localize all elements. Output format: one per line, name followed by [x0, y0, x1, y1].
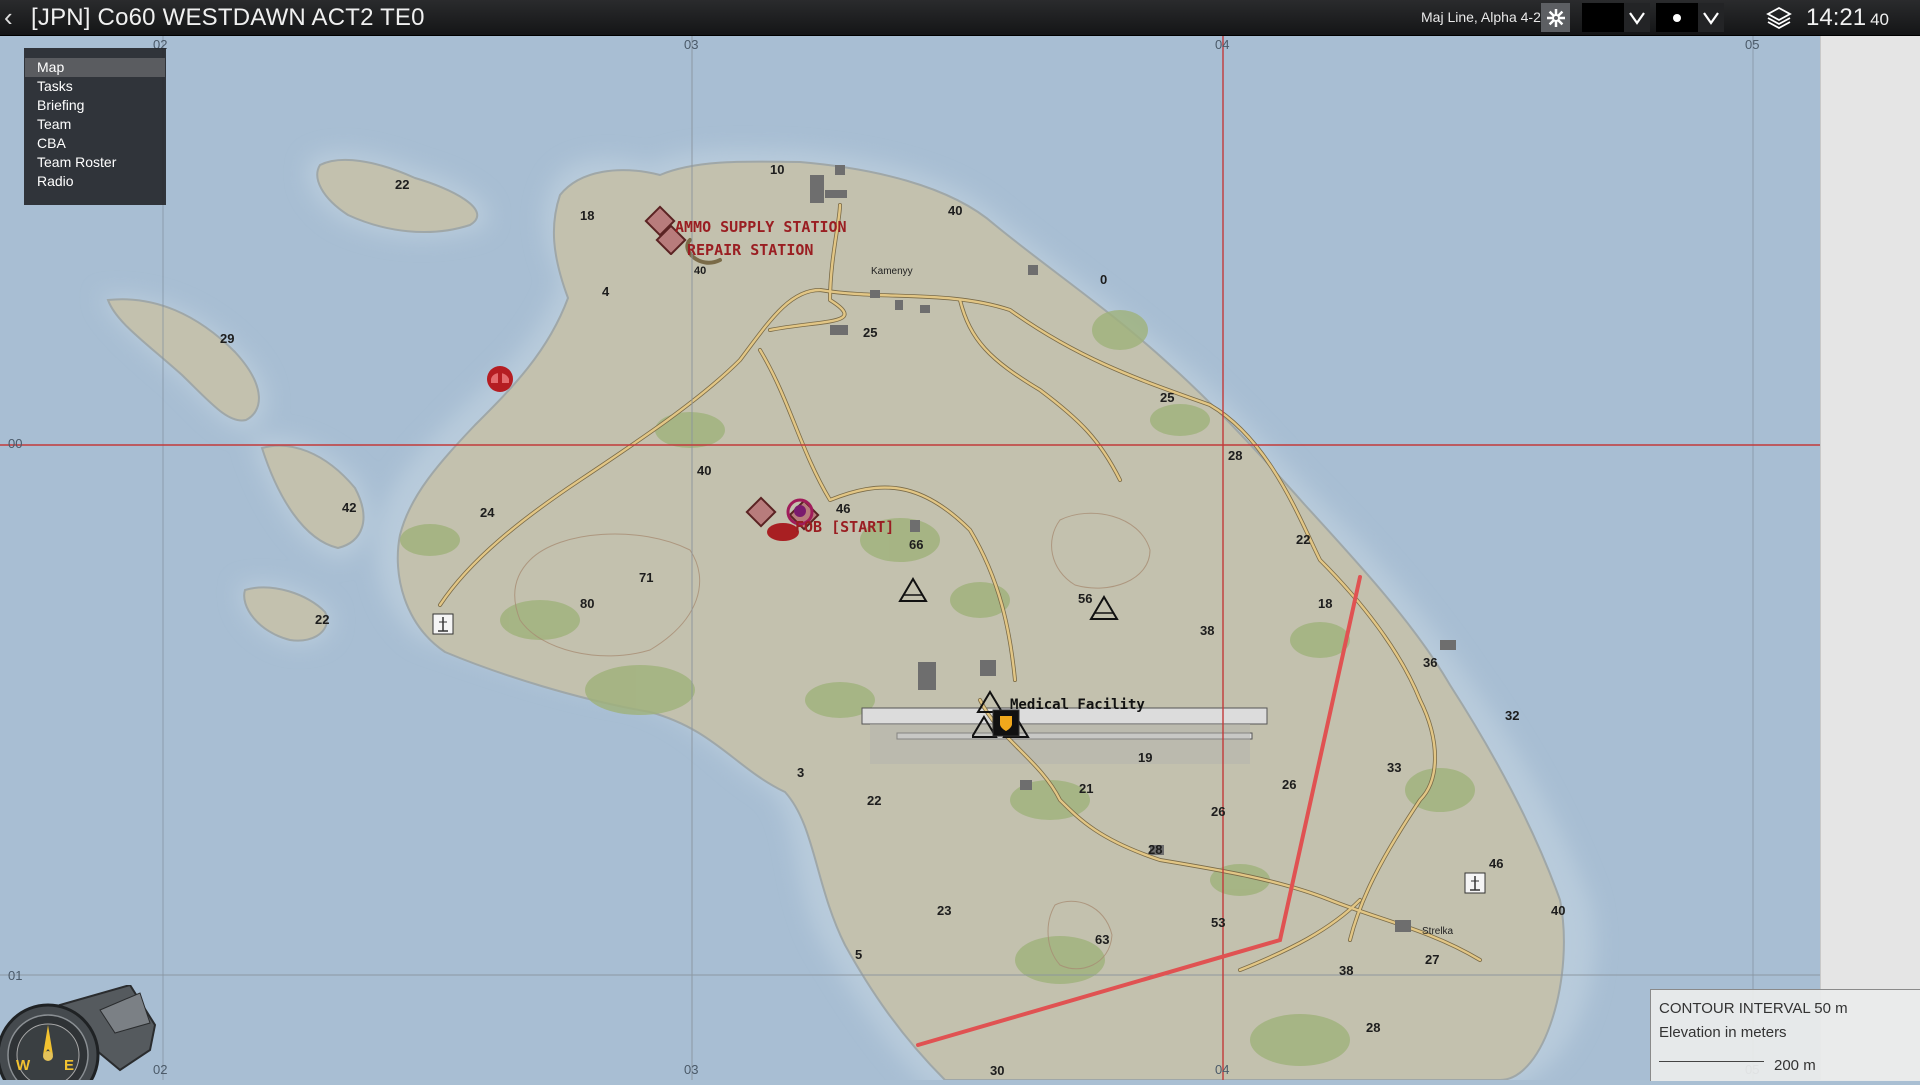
elevation-label: 28 — [1148, 842, 1163, 857]
menu-item-radio[interactable]: Radio — [25, 172, 165, 191]
right-side-panel — [1820, 35, 1920, 1080]
clock-time: 14:21 — [1806, 4, 1867, 31]
map-legend: CONTOUR INTERVAL 50 m Elevation in meter… — [1650, 989, 1920, 1081]
chevron-down-icon[interactable] — [1624, 3, 1650, 32]
chevron-down-icon[interactable] — [1698, 3, 1724, 32]
elevation-label: 22 — [867, 793, 882, 808]
menu-item-team[interactable]: Team — [25, 115, 165, 134]
elevation-label: 26 — [1282, 777, 1297, 792]
settings-gear-icon[interactable] — [1541, 3, 1570, 32]
menu-item-cba[interactable]: CBA — [25, 134, 165, 153]
elevation-unit-text: Elevation in meters — [1659, 1024, 1787, 1041]
elevation-label: 25 — [863, 325, 878, 340]
elevation-label: 19 — [1138, 750, 1153, 765]
elevation-label: 22 — [1296, 532, 1311, 547]
map-terrain — [0, 35, 1820, 1080]
town-label-kamenyy: Kamenyy — [871, 266, 913, 277]
repair-station-label: REPAIR STATION — [687, 241, 814, 259]
fob-start-label: FOB [START] — [795, 518, 895, 536]
grid-label-left: 00 — [8, 436, 23, 451]
elevation-label: 10 — [770, 162, 785, 177]
elevation-label: 26 — [1211, 804, 1226, 819]
grid-label-left: 01 — [8, 968, 23, 983]
elevation-label: 30 — [990, 1063, 1005, 1078]
ammo-supply-label: AMMO SUPPLY STATION — [675, 218, 847, 236]
elevation-label: 42 — [342, 500, 357, 515]
grid-label-top: 03 — [684, 37, 699, 52]
elevation-label: 80 — [580, 596, 595, 611]
elevation-label: 40 — [694, 265, 707, 277]
radio-tower-icon — [1464, 872, 1486, 894]
hill-marker-icon — [898, 577, 928, 602]
elevation-label: 28 — [1228, 448, 1243, 463]
compass-east-label: E — [64, 1057, 75, 1074]
elevation-label: 40 — [697, 463, 712, 478]
grid-label-bottom: 03 — [684, 1062, 699, 1077]
elevation-label: 29 — [220, 331, 235, 346]
town-label-strelka: Strelka — [1422, 926, 1454, 937]
elevation-label: 24 — [480, 505, 495, 520]
grid-label-top: 05 — [1745, 37, 1760, 52]
elevation-label: 46 — [1489, 856, 1504, 871]
elevation-label: 18 — [1318, 596, 1333, 611]
medical-facility-label: Medical Facility — [1010, 697, 1145, 713]
elevation-label: 32 — [1505, 708, 1520, 723]
elevation-label: 38 — [1339, 963, 1354, 978]
map-side-menu: Map Tasks Briefing Team CBA Team Roster … — [24, 48, 166, 205]
color-swatch-button[interactable] — [1582, 3, 1624, 32]
elevation-label: 53 — [1211, 915, 1226, 930]
mission-clock: 14:21 40 — [1806, 3, 1889, 35]
elevation-label: 33 — [1387, 760, 1402, 775]
elevation-label: 40 — [1551, 903, 1566, 918]
compass-west-label: W — [16, 1057, 31, 1074]
back-arrow-icon[interactable]: ‹ — [4, 2, 13, 32]
elevation-label: 4 — [602, 284, 610, 299]
elevation-label: 22 — [395, 177, 410, 192]
radio-tower-icon — [432, 613, 454, 635]
elevation-label: 63 — [1095, 932, 1110, 947]
elevation-label: 66 — [909, 537, 924, 552]
elevation-label: 21 — [1079, 781, 1094, 796]
elevation-label: 25 — [1160, 390, 1175, 405]
elevation-label: 0 — [1100, 272, 1108, 287]
grid-label-bottom: 04 — [1215, 1062, 1230, 1077]
grid-label-top: 04 — [1215, 37, 1230, 52]
top-bar: ‹ [JPN] Co60 WESTDAWN ACT2 TE0 Maj Line,… — [0, 0, 1920, 36]
layers-icon[interactable] — [1763, 3, 1795, 32]
elevation-label: 46 — [836, 501, 851, 516]
elevation-label: 27 — [1425, 952, 1440, 967]
scale-label: 200 m — [1774, 1057, 1816, 1074]
elevation-label: 36 — [1423, 655, 1438, 670]
enemy-helmet-marker-icon[interactable] — [484, 363, 516, 395]
elevation-label: 3 — [797, 765, 805, 780]
elevation-label: 18 — [580, 208, 595, 223]
elevation-label: 28 — [1366, 1020, 1381, 1035]
map-view[interactable]: 02 03 04 05 02 03 04 05 00 01 00 01 22 1… — [0, 35, 1820, 1080]
elevation-label: 5 — [855, 947, 863, 962]
hill-marker-icon — [1089, 595, 1119, 620]
menu-item-team-roster[interactable]: Team Roster — [25, 153, 165, 172]
elevation-label: 40 — [948, 203, 963, 218]
elevation-label: 71 — [639, 570, 654, 585]
elevation-label: 38 — [1200, 623, 1215, 638]
medical-marker-icon[interactable] — [992, 709, 1020, 737]
clock-seconds: 40 — [1870, 10, 1889, 29]
contour-interval-text: CONTOUR INTERVAL 50 m — [1659, 1000, 1848, 1017]
menu-item-tasks[interactable]: Tasks — [25, 77, 165, 96]
mission-title: [JPN] Co60 WESTDAWN ACT2 TE0 — [31, 4, 425, 31]
player-info: Maj Line, Alpha 4-2 1 — [1421, 9, 1553, 25]
scale-bar — [1659, 1061, 1764, 1062]
compass-icon[interactable]: W E — [0, 983, 175, 1085]
dot-icon[interactable] — [1656, 3, 1698, 32]
menu-item-briefing[interactable]: Briefing — [25, 96, 165, 115]
elevation-label: 22 — [315, 612, 330, 627]
menu-item-map[interactable]: Map — [25, 58, 165, 77]
elevation-label: 23 — [937, 903, 952, 918]
